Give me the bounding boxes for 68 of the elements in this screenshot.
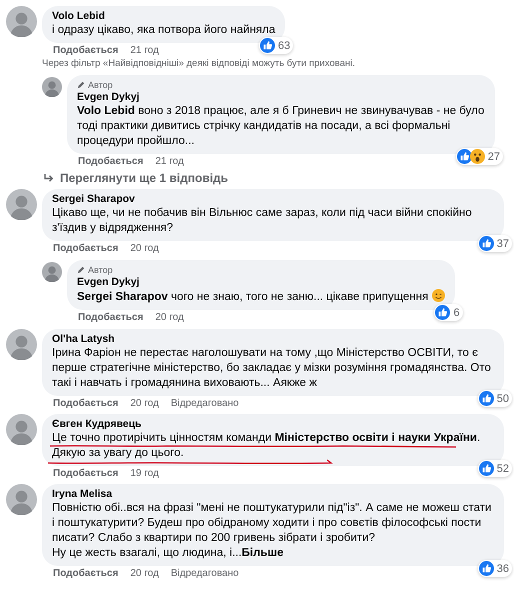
surprised-emoji-icon xyxy=(470,149,485,164)
avatar-icon[interactable] xyxy=(6,484,37,515)
reaction-badge[interactable]: 27 xyxy=(456,148,503,165)
reaction-badge[interactable]: 52 xyxy=(478,460,512,477)
comment-time[interactable]: 20 год xyxy=(130,243,159,255)
comment-text: Sergei Sharapov чого не знаю, того не заню... цікаве припущення xyxy=(77,289,445,305)
reaction-count: 50 xyxy=(496,392,509,404)
comment-time[interactable]: 21 год xyxy=(130,45,159,57)
thumbs-up-icon xyxy=(456,149,472,164)
thumbs-up-icon xyxy=(478,461,494,476)
author-name[interactable]: Evgen Dykyj xyxy=(77,276,445,289)
author-name[interactable]: Sergei Sharapov xyxy=(52,193,494,206)
reaction-badge[interactable]: 37 xyxy=(478,235,512,252)
comment-text: Цікаво ще, чи не побачив він Вільнюс саме зараз, коли під часи війни спокійно з'їздив у відрядження? xyxy=(52,206,473,236)
author-name[interactable]: Volo Lebid xyxy=(52,10,276,23)
thumbs-up-icon xyxy=(260,38,276,53)
comment-text: Повністю обі..вся на фразі "мені не поштукатурили під"із". А саме не можеш стати і поштукатурити? Будеш про обідраному ходити і про совєтів філософські пости писати? Слабо з квартири по 200 гривень зібрати і зробити? Ну це жесть взагалі, що людина, і...Більше xyxy=(52,501,492,561)
thumbs-up-icon xyxy=(478,391,494,406)
avatar-icon[interactable] xyxy=(42,77,62,97)
comment-text: і одразу цікаво, яка потвора його найняла xyxy=(52,23,276,38)
like-link[interactable]: Подобається xyxy=(78,312,144,324)
like-link[interactable]: Подобається xyxy=(53,243,118,255)
like-link[interactable]: Подобається xyxy=(53,398,118,410)
comment-time[interactable]: 19 год xyxy=(130,468,159,480)
reaction-count: 36 xyxy=(496,562,509,574)
reaction-badge[interactable]: 6 xyxy=(434,304,463,321)
pencil-icon xyxy=(77,81,85,89)
author-name[interactable]: Iryna Melisa xyxy=(52,488,494,501)
comment-time[interactable]: 21 год xyxy=(155,156,184,168)
comment-text: Це точно протирічить цінностям команди Міністерство освіти і науки України. Дякую за увагу до цього. xyxy=(52,431,482,461)
reaction-count: 27 xyxy=(488,150,500,162)
avatar-icon[interactable] xyxy=(42,262,62,282)
reaction-badge[interactable]: 63 xyxy=(259,37,294,54)
thumbs-up-icon xyxy=(435,305,450,320)
like-link[interactable]: Подобається xyxy=(53,568,118,580)
edited-label: Відредаговано xyxy=(170,568,239,580)
thumbs-up-icon xyxy=(478,236,494,251)
comment-time[interactable]: 20 год xyxy=(130,568,159,580)
thumbs-up-icon xyxy=(478,561,494,576)
reaction-badge[interactable]: 36 xyxy=(478,560,512,577)
author-name[interactable]: Євген Кудрявець xyxy=(52,418,494,431)
comment-time[interactable]: 20 год xyxy=(155,312,184,324)
filter-notice: Через фільтр «Найвідповідніші» деякі відповіді можуть бути приховані. xyxy=(42,58,356,70)
avatar-icon[interactable] xyxy=(6,414,37,445)
comment-text: Ірина Фаріон не перестає наголошувати на тому ,що Міністерство ОСВІТИ, то є перше стратегічне міністерство, бо закладає у мізки розуміння громадянства. Ото такі і навчать і громадянина виховають... Аякже ж xyxy=(52,346,492,391)
avatar-icon[interactable] xyxy=(6,189,37,220)
avatar-icon[interactable] xyxy=(6,329,37,360)
reaction-count: 37 xyxy=(496,238,509,250)
reaction-count: 52 xyxy=(496,462,509,474)
reaction-count: 6 xyxy=(453,306,460,318)
author-label: Автор xyxy=(88,79,113,91)
avatar-icon[interactable] xyxy=(6,6,37,37)
like-link[interactable]: Подобається xyxy=(53,45,118,57)
author-name[interactable]: Evgen Dykyj xyxy=(77,91,485,104)
author-name[interactable]: Ol'ha Latysh xyxy=(52,333,494,346)
reply-arrow-icon xyxy=(44,174,55,182)
view-replies-link[interactable]: Переглянути ще 1 відповідь xyxy=(44,171,506,185)
comment-time[interactable]: 20 год xyxy=(130,398,159,410)
view-replies-text[interactable]: Переглянути ще 1 відповідь xyxy=(60,171,228,185)
pencil-icon xyxy=(77,266,85,274)
author-label: Автор xyxy=(88,264,113,276)
comment-text: Volo Lebid воно з 2018 працює, але я б Гриневич не звинувачував - не було тоді практики дивитись стрічку кандидатів на посади, а всі формальні процедури пройшло... xyxy=(77,104,485,149)
reaction-count: 63 xyxy=(278,40,290,52)
like-link[interactable]: Подобається xyxy=(78,156,144,168)
more-link[interactable]: Більше xyxy=(242,547,284,559)
like-link[interactable]: Подобається xyxy=(53,468,118,480)
reaction-badge[interactable]: 50 xyxy=(478,390,512,407)
edited-label: Відредаговано xyxy=(170,398,239,410)
